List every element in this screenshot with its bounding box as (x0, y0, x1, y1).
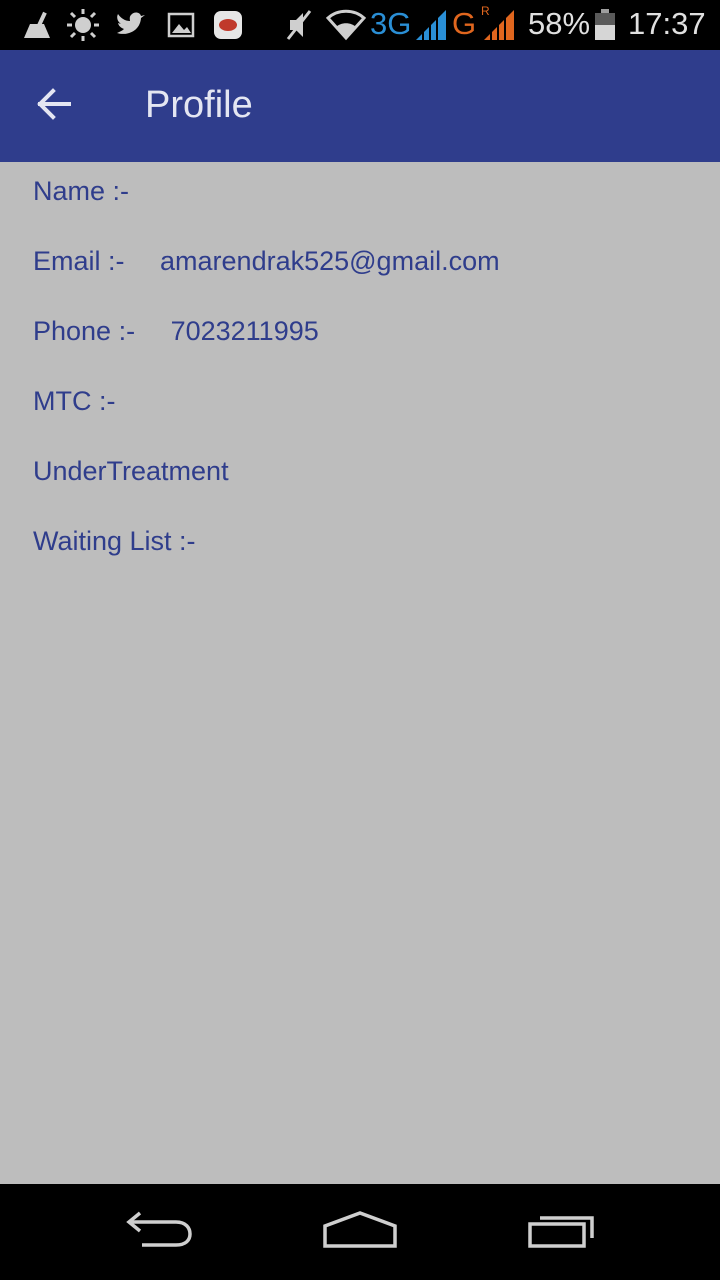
mtc-label: MTC :- (33, 386, 116, 416)
under-treatment-label: UnderTreatment (33, 456, 229, 486)
clock: 17:37 (628, 6, 706, 41)
recents-nav-icon (526, 1210, 598, 1255)
signal-icon (414, 8, 448, 47)
brightness-icon (66, 8, 100, 47)
mute-icon (284, 8, 314, 47)
cleaner-icon (20, 8, 54, 47)
battery-icon (593, 8, 617, 47)
app-bar: Profile (0, 50, 720, 162)
phone-row: Phone :- 7023211995 (33, 316, 319, 347)
page-title: Profile (145, 84, 253, 126)
wifi-icon (325, 8, 367, 47)
image-icon (166, 8, 196, 47)
nav-home-button[interactable] (305, 1202, 415, 1262)
navigation-bar (0, 1184, 720, 1280)
signal-roaming-icon (482, 8, 516, 47)
mtc-row: MTC :- (33, 386, 123, 417)
email-row: Email :- amarendrak525@gmail.com (33, 246, 500, 277)
phone-label: Phone :- (33, 316, 136, 346)
profile-details: Name :- Email :- amarendrak525@gmail.com… (0, 162, 720, 1184)
name-row: Name :- (33, 176, 137, 207)
network-3g-label: 3G (370, 6, 412, 41)
battery-percent: 58% (528, 6, 591, 41)
under-treatment-row: UnderTreatment (33, 456, 229, 487)
email-value: amarendrak525@gmail.com (160, 246, 500, 276)
nav-back-button[interactable] (104, 1202, 214, 1262)
waiting-list-label: Waiting List :- (33, 526, 196, 556)
twitter-icon (114, 8, 148, 47)
home-nav-icon (322, 1210, 398, 1255)
back-button[interactable] (26, 80, 82, 132)
name-label: Name :- (33, 176, 130, 206)
back-nav-icon (124, 1210, 194, 1255)
waiting-list-row: Waiting List :- (33, 526, 203, 557)
arrow-back-icon (36, 87, 72, 125)
status-bar: 3G G R 58% 17:37 (0, 0, 720, 50)
app-badge-icon (212, 8, 244, 47)
network-g-label: G (452, 6, 477, 41)
email-label: Email :- (33, 246, 125, 276)
nav-recents-button[interactable] (507, 1202, 617, 1262)
phone-value: 7023211995 (170, 316, 319, 346)
